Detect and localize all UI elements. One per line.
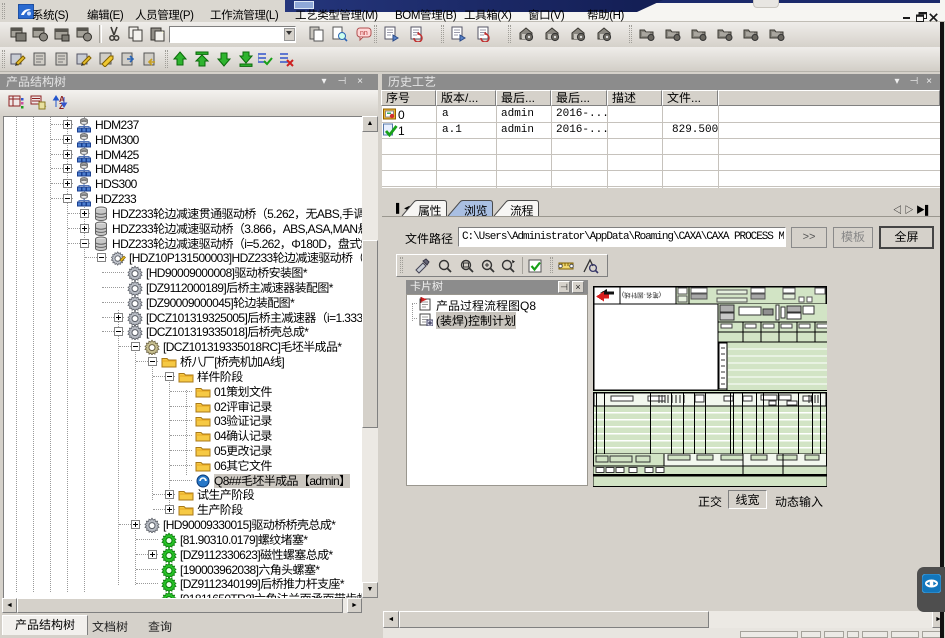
svg-text:(笔名·固针线): (笔名·固针线): [622, 291, 661, 299]
svg-text:nn: nn: [360, 30, 368, 37]
